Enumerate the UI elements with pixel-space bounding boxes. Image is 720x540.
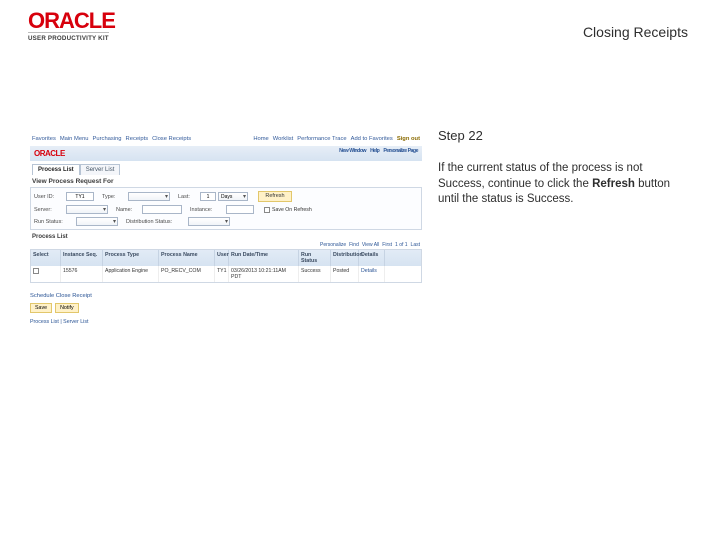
col-run-datetime: Run Date/Time [229,250,299,266]
select-type[interactable] [128,192,170,201]
bottom-tabstrip: Process List | Server List [30,319,422,325]
cell-process-name: PO_RECV_COM [159,266,215,282]
checkbox-save-on-refresh[interactable] [264,207,270,213]
grid-page-count: 1 of 1 [395,242,408,248]
grid-tool-link[interactable]: Personalize [320,242,346,248]
tab-process-list[interactable]: Process List [32,164,80,175]
step-number: Step 22 [438,128,688,143]
instruction-refresh-word: Refresh [592,178,635,190]
col-run-status: Run Status [299,250,331,266]
brand-link[interactable]: Help [370,148,379,154]
schedule-link[interactable]: Schedule Close Receipt [30,293,422,299]
topnav-link[interactable]: Add to Favorites [351,136,393,142]
select-last-unit[interactable]: Days [218,192,248,201]
topnav-left: Favorites Main Menu Purchasing Receipts … [32,136,191,142]
breadcrumb-item[interactable]: Close Receipts [152,136,191,142]
label-run-status: Run Status: [34,219,74,225]
topnav-link[interactable]: Home [253,136,268,142]
grid-tool-link[interactable]: Last [411,242,420,248]
label-name: Name: [116,207,140,213]
breadcrumb-item[interactable]: Main Menu [60,136,89,142]
label-instance: Instance: [190,207,224,213]
inner-oracle-logo: ORACLE [34,149,65,158]
refresh-button[interactable]: Refresh [258,191,292,202]
col-details: Details [359,250,385,266]
breadcrumb-item[interactable]: Favorites [32,136,56,142]
label-type: Type: [102,194,126,200]
col-process-type: Process Type [103,250,159,266]
select-server[interactable] [66,205,108,214]
filter-panel: User ID: TY1 Type: Last: 1 Days Refresh … [30,187,422,230]
cell-run-status: Success [299,266,331,282]
row-checkbox[interactable] [33,268,39,274]
cell-process-type: Application Engine [103,266,159,282]
label-dist-status: Distribution Status: [126,219,186,225]
process-grid: Select Instance Seq. Process Type Proces… [30,249,422,283]
cell-dist-status: Posted [331,266,359,282]
col-process-name: Process Name [159,250,215,266]
cell-instance: 15576 [61,266,103,282]
notify-button[interactable]: Notify [55,303,79,313]
topnav-link[interactable]: Worklist [273,136,294,142]
col-select: Select [31,250,61,266]
label-user-id: User ID: [34,194,64,200]
save-button[interactable]: Save [30,303,52,313]
col-user: User [215,250,229,266]
input-last[interactable]: 1 [200,192,216,201]
label-server: Server: [34,207,64,213]
brand-link[interactable]: New Window [339,148,366,154]
table-row: 15576 Application Engine PO_RECV_COM TY1… [31,266,421,282]
grid-title: Process List [30,230,422,242]
input-user-id[interactable]: TY1 [66,192,94,201]
cell-user: TY1 [215,266,229,282]
col-dist-status: Distribution [331,250,359,266]
tab-server-list[interactable]: Server List [80,164,121,175]
panel-title: View Process Request For [30,175,422,187]
select-run-status[interactable] [76,217,118,226]
input-instance[interactable] [226,205,254,214]
breadcrumb-item[interactable]: Receipts [126,136,149,142]
topnav-link[interactable]: Performance Trace [297,136,346,142]
process-monitor-screenshot: Favorites Main Menu Purchasing Receipts … [30,132,422,325]
col-instance-seq: Instance Seq. [61,250,103,266]
topnav-signout[interactable]: Sign out [397,136,420,142]
grid-tool-link[interactable]: Find [349,242,359,248]
brand-link[interactable]: Personalize Page [383,148,418,154]
grid-tool-link[interactable]: First [382,242,392,248]
label-save-on-refresh: Save On Refresh [272,207,312,213]
cell-details-link[interactable]: Details [359,266,385,282]
step-body: If the current status of the process is … [438,161,688,208]
label-last: Last: [178,194,198,200]
page-title: Closing Receipts [583,24,688,40]
topnav-right: Home Worklist Performance Trace Add to F… [253,136,420,142]
oracle-logo: ORACLE [28,8,115,34]
cell-run-datetime: 03/26/2013 10:21:11AM PDT [229,266,299,282]
input-name[interactable] [142,205,182,214]
select-dist-status[interactable] [188,217,230,226]
grid-tool-link[interactable]: View All [362,242,379,248]
logo-subtitle: USER PRODUCTIVITY KIT [28,32,109,42]
instruction-panel: Step 22 If the current status of the pro… [438,128,688,208]
breadcrumb-item[interactable]: Purchasing [93,136,122,142]
